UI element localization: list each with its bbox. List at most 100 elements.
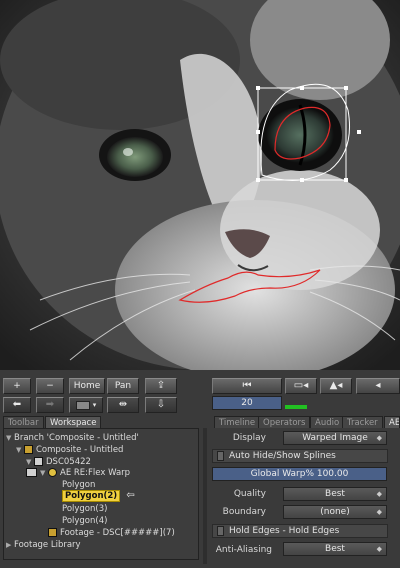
zoom-in-button[interactable]: + [3,378,31,394]
tree-ae-label: AE RE:Flex Warp [60,467,131,478]
tree-branch-label: Branch 'Composite - Untitled' [14,432,139,443]
display-value: Warped Image [302,433,368,443]
tab-tracker-label: Tracker [347,417,378,428]
visibility-icon[interactable] [26,468,37,477]
footage-icon [34,457,43,466]
swatch-icon [75,400,90,410]
boundary-value: (none) [320,507,350,517]
panel-divider[interactable] [203,428,207,564]
tree-item-composite[interactable]: ▼ Composite - Untitled [16,444,123,455]
kitten-image[interactable] [0,0,400,370]
tree-item-footage[interactable]: Footage - DSC[#####](7) [48,527,175,538]
chevron-down-icon: ◆ [376,434,382,442]
display-label: Display [232,433,266,443]
timecode-field[interactable]: 20 [212,396,282,410]
expand-triangle-icon: ▼ [26,457,32,466]
import-icon: ⇩ [156,399,166,410]
arrow-right-icon: ➡ [45,399,55,410]
play-reverse-button[interactable]: ◂ [356,378,400,394]
home-button[interactable]: Home [69,378,105,394]
chevron-down-icon: ◆ [376,545,382,553]
minus-label: − [46,380,54,391]
arrow-left-icon: ⬅ [12,399,22,410]
zoom-out-button[interactable]: − [36,378,64,394]
view-export-button[interactable]: ⇪ [145,378,177,394]
anti-aliasing-label: Anti-Aliasing [215,545,272,555]
back-arrow-button[interactable]: ⬅ [3,397,31,413]
timecode-value: 20 [241,398,253,408]
forward-arrow-button[interactable]: ➡ [36,397,64,413]
expand-triangle-icon: ▼ [16,445,22,454]
pan-button[interactable]: Pan [107,378,139,394]
tab-ae[interactable]: AE [384,416,400,428]
quality-dropdown[interactable]: Best ◆ [283,487,387,501]
rewind-icon: ▲◂ [329,380,343,391]
boundary-dropdown[interactable]: (none) ◆ [283,505,387,519]
tab-ae-label: AE [389,417,400,428]
tab-audio[interactable]: Audio [310,416,345,428]
link-icon: ⇹ [118,399,128,410]
tree-item-polygon-4[interactable]: Polygon(4) [62,515,107,526]
global-warp-value: Global Warp% 100.00 [250,469,349,479]
tree-composite-label: Composite - Untitled [36,444,124,455]
auto-hide-label: Auto Hide/Show Splines [229,451,336,461]
tab-audio-label: Audio [315,417,340,428]
tab-tracker[interactable]: Tracker [342,416,383,428]
tree-polygon-3-label: Polygon(3) [62,503,108,514]
tree-polygon-2-label: Polygon(2) [62,489,121,502]
checkbox-icon [217,451,224,461]
tree-item-polygon-3[interactable]: Polygon(3) [62,503,107,514]
composite-icon [24,445,33,454]
go-to-start-button[interactable]: ⏮ [212,378,282,394]
tab-operators[interactable]: Operators [258,416,311,428]
workspace-tree: ▼ Branch 'Composite - Untitled' ▼ Compos… [3,428,199,560]
chevron-down-icon: ◆ [376,490,382,498]
tab-timeline[interactable]: Timeline [214,416,261,428]
tree-item-branch[interactable]: ▼ Branch 'Composite - Untitled' [6,432,139,443]
auto-hide-splines-toggle[interactable]: Auto Hide/Show Splines [212,449,388,463]
color-swatch-button[interactable]: ▾ [69,397,103,413]
tree-footage-label: Footage - DSC[#####](7) [60,527,175,538]
effect-icon [48,468,57,477]
hold-edges-toggle[interactable]: Hold Edges - Hold Edges [212,524,388,538]
expand-triangle-icon: ▼ [6,433,12,442]
anti-aliasing-dropdown[interactable]: Best ◆ [283,542,387,556]
display-dropdown[interactable]: Warped Image ◆ [283,431,387,445]
skip-start-icon: ⏮ [242,380,252,391]
play-reverse-icon: ◂ [375,380,381,391]
footage-icon [48,528,57,537]
dropdown-arrow-icon: ▾ [92,400,97,409]
quality-label: Quality [233,489,266,499]
tree-polygon-4-label: Polygon(4) [62,515,108,526]
tree-item-footage-library[interactable]: ▶ Footage Library [6,539,81,550]
boundary-label: Boundary [222,507,266,517]
tree-library-label: Footage Library [14,539,81,550]
tree-item-dsc[interactable]: ▼ DSC05422 [26,456,91,467]
global-warp-slider[interactable]: Global Warp% 100.00 [212,467,387,481]
tab-operators-label: Operators [263,417,306,428]
view-import-button[interactable]: ⇩ [145,397,177,413]
step-back-button[interactable]: ▭◂ [285,378,317,394]
tree-polygon-label: Polygon [62,479,96,490]
rewind-button[interactable]: ▲◂ [320,378,352,394]
checkbox-icon [217,526,224,536]
plus-label: + [13,380,21,391]
tab-toolbar[interactable]: Toolbar [3,416,44,428]
tree-item-ae-flex-warp[interactable]: ▼ AE RE:Flex Warp [26,467,130,478]
home-label: Home [73,380,101,391]
quality-value: Best [325,489,345,499]
expand-triangle-icon: ▼ [40,468,46,477]
image-viewport[interactable] [0,0,400,370]
tree-item-polygon[interactable]: Polygon [62,479,95,490]
tab-timeline-label: Timeline [219,417,256,428]
pan-label: Pan [114,380,132,391]
tree-item-polygon-2[interactable]: Polygon(2) ⇦ [62,489,135,502]
collapse-triangle-icon: ▶ [6,540,12,549]
hold-edges-label: Hold Edges - Hold Edges [229,526,340,536]
link-button[interactable]: ⇹ [107,397,139,413]
tab-toolbar-label: Toolbar [8,417,39,428]
tree-dsc-label: DSC05422 [46,456,91,467]
export-icon: ⇪ [156,380,166,391]
selection-arrow-icon: ⇦ [126,490,135,501]
tab-workspace[interactable]: Workspace [45,416,102,428]
